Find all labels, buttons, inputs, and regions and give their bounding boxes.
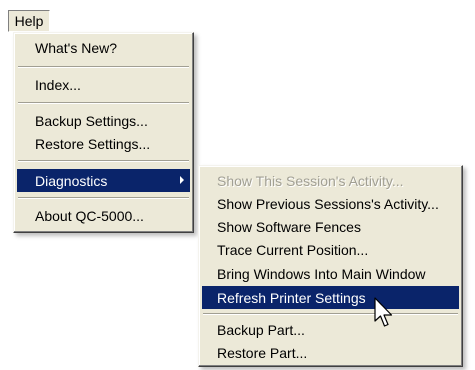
- help-menu-label: Help: [14, 13, 44, 29]
- menu-separator: [203, 313, 458, 315]
- menu-item-show-previous-sessions-activity[interactable]: Show Previous Sessions's Activity...: [202, 192, 459, 215]
- menu-item-label: Restore Settings...: [35, 135, 151, 152]
- menu-item-label: Show Software Fences: [217, 218, 361, 235]
- menu-separator: [18, 102, 189, 104]
- menu-item-label: Trace Current Position...: [217, 241, 369, 258]
- menu-item-restore-part[interactable]: Restore Part...: [202, 341, 459, 364]
- help-menu[interactable]: Help: [8, 10, 50, 32]
- menu-item-label: Index...: [35, 76, 81, 93]
- menu-separator: [18, 197, 189, 199]
- menu-item-backup-part[interactable]: Backup Part...: [202, 318, 459, 341]
- menu-item-backup-settings[interactable]: Backup Settings...: [17, 109, 190, 132]
- help-dropdown-menu: What's New? Index... Backup Settings... …: [13, 32, 194, 233]
- menu-item-refresh-printer-settings[interactable]: Refresh Printer Settings: [202, 286, 459, 309]
- menu-item-diagnostics[interactable]: Diagnostics: [17, 169, 190, 192]
- mouse-pointer-icon: [374, 297, 393, 327]
- menu-separator: [18, 160, 189, 162]
- menu-item-label: Bring Windows Into Main Window: [217, 265, 426, 282]
- menu-item-label: Show Previous Sessions's Activity...: [217, 195, 439, 212]
- diagnostics-submenu: Show This Session's Activity... Show Pre…: [198, 165, 463, 367]
- menu-item-trace-current-position[interactable]: Trace Current Position...: [202, 238, 459, 261]
- menu-item-show-software-fences[interactable]: Show Software Fences: [202, 215, 459, 238]
- chevron-right-icon: [180, 176, 184, 184]
- menu-item-index[interactable]: Index...: [17, 73, 190, 96]
- menu-item-label: Diagnostics: [35, 172, 108, 189]
- menu-item-label: Refresh Printer Settings: [217, 289, 366, 306]
- menu-separator: [18, 66, 189, 68]
- menu-item-label: Backup Part...: [217, 321, 305, 338]
- menu-item-label: What's New?: [35, 39, 118, 56]
- menu-item-whats-new[interactable]: What's New?: [17, 36, 190, 59]
- menu-item-label: Show This Session's Activity...: [217, 172, 404, 189]
- menu-item-label: About QC-5000...: [35, 207, 144, 224]
- menu-item-bring-windows-into-main[interactable]: Bring Windows Into Main Window: [202, 262, 459, 285]
- menu-item-about[interactable]: About QC-5000...: [17, 204, 190, 227]
- menu-item-show-session-activity: Show This Session's Activity...: [202, 169, 459, 192]
- menu-item-restore-settings[interactable]: Restore Settings...: [17, 132, 190, 155]
- menu-item-label: Backup Settings...: [35, 112, 148, 129]
- menu-item-label: Restore Part...: [217, 344, 308, 361]
